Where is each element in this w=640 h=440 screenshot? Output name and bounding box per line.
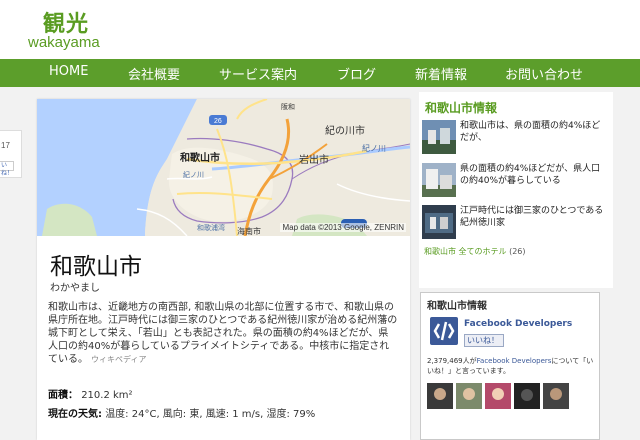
fb-like-button[interactable]: いいね！ xyxy=(464,334,504,347)
fb-fan-avatar-icon[interactable] xyxy=(514,383,540,409)
sidebar-item[interactable]: 県の面積の約4%ほどだが、県人口の約40%が暮らしている xyxy=(422,163,610,197)
weather-label: 現在の天気: xyxy=(48,409,102,420)
sidebar-city-info: 和歌山市情報 和歌山市は、県の面積の約4%ほどだが、 県の面積の約4%ほどだが、… xyxy=(419,92,613,288)
nav-news[interactable]: 新着情報 xyxy=(415,64,467,83)
all-hotels-count: (26) xyxy=(509,247,526,256)
sidebar-item-text[interactable]: 県の面積の約4%ほどだが、県人口の約40%が暮らしている xyxy=(460,163,608,187)
all-hotels-link[interactable]: 和歌山市 全てのホテル (26) xyxy=(424,246,526,257)
weather-value: 温度: 24°C, 風向: 東, 風速: 1 m/s, 湿度: 79% xyxy=(105,409,316,420)
sidebar-item[interactable]: 江戸時代には御三家のひとつである紀州徳川家 xyxy=(422,205,610,239)
all-hotels-link-text[interactable]: 和歌山市 全てのホテル xyxy=(424,247,507,256)
sidebar-thumb-photo-icon[interactable] xyxy=(422,120,456,154)
nav-services[interactable]: サービス案内 xyxy=(219,64,297,83)
sidebar-thumb-photo-icon[interactable] xyxy=(422,205,456,239)
map-label-wakaura: 和歌浦湾 xyxy=(197,223,225,232)
nav-blog[interactable]: ブログ xyxy=(337,64,376,83)
left-like-button[interactable]: いね！ xyxy=(0,161,14,177)
fb-box-title: 和歌山市情報 xyxy=(427,301,487,312)
city-description: 和歌山市は、近畿地方の南西部, 和歌山県の北部に位置する市で、和歌山県の県庁所在… xyxy=(48,301,398,366)
map-label-kinokawa-small: 紀ノ川 xyxy=(183,170,204,179)
map[interactable]: 26 和歌山市 紀の川市 岩出市 紀ノ川 紀ノ川 和歌浦湾 海南市 阪和 Map… xyxy=(37,99,410,236)
sidebar-title[interactable]: 和歌山市情報 xyxy=(425,99,497,116)
wikipedia-source-link[interactable]: ウィキペディア xyxy=(91,355,146,364)
area-label: 面積： xyxy=(48,390,78,401)
fb-fan-avatar-icon[interactable] xyxy=(427,383,453,409)
map-label-kinokawa-city: 紀の川市 xyxy=(325,124,365,137)
left-like-count: 17 xyxy=(1,141,10,150)
facebook-like-box: 和歌山市情報 Facebook Developers いいね！ 2,379,46… xyxy=(420,292,600,440)
fb-fan-avatar-icon[interactable] xyxy=(543,383,569,409)
city-card: 26 和歌山市 紀の川市 岩出市 紀ノ川 紀ノ川 和歌浦湾 海南市 阪和 Map… xyxy=(37,99,410,440)
map-canvas: 26 和歌山市 紀の川市 岩出市 紀ノ川 紀ノ川 和歌浦湾 海南市 阪和 xyxy=(37,99,410,236)
nav-home[interactable]: HOME xyxy=(49,64,88,79)
map-label-kainan: 海南市 xyxy=(237,226,261,236)
city-title: 和歌山市 xyxy=(50,254,142,280)
sidebar-thumb-photo-icon[interactable] xyxy=(422,163,456,197)
left-like-widget: 17 いね！ xyxy=(0,130,22,178)
city-reading: わかやまし xyxy=(50,283,100,294)
fb-count-link[interactable]: Facebook Developers xyxy=(477,357,552,365)
site-header: 観光 wakayama xyxy=(0,0,640,59)
nav-contact[interactable]: お問い合わせ xyxy=(505,64,583,83)
logo-subtitle[interactable]: wakayama xyxy=(28,34,100,51)
sidebar-item-text[interactable]: 和歌山市は、県の面積の約4%ほどだが、 xyxy=(460,120,608,144)
map-label-kinokawa-river: 紀ノ川 xyxy=(362,143,386,153)
area-fact: 面積： 210.2 km² xyxy=(48,386,133,401)
map-route-shield: 26 xyxy=(214,118,222,125)
fb-like-count: 2,379,469人がFacebook Developersについて「いいね！」… xyxy=(427,356,597,376)
fb-fan-avatar-icon[interactable] xyxy=(485,383,511,409)
sidebar-item[interactable]: 和歌山市は、県の面積の約4%ほどだが、 xyxy=(422,120,610,154)
map-label-hanwa: 阪和 xyxy=(281,102,295,111)
fb-page-name[interactable]: Facebook Developers xyxy=(464,319,572,329)
nav-company[interactable]: 会社概要 xyxy=(128,64,180,83)
fb-like-label: いいね！ xyxy=(467,336,499,345)
main-nav: HOME 会社概要 サービス案内 ブログ 新着情報 お問い合わせ xyxy=(0,59,640,87)
map-label-iwade: 岩出市 xyxy=(299,153,329,166)
fb-fan-avatar-icon[interactable] xyxy=(456,383,482,409)
sidebar-item-text[interactable]: 江戸時代には御三家のひとつである紀州徳川家 xyxy=(460,205,608,229)
weather-fact: 現在の天気: 温度: 24°C, 風向: 東, 風速: 1 m/s, 湿度: 7… xyxy=(48,405,315,420)
map-attribution[interactable]: Map data ©2013 Google, ZENRIN xyxy=(280,223,406,232)
map-label-wakayama: 和歌山市 xyxy=(179,151,220,164)
facebook-developers-logo-icon[interactable] xyxy=(430,317,458,345)
area-value: 210.2 km² xyxy=(81,390,133,401)
fb-count-number: 2,379,469人が xyxy=(427,357,477,365)
